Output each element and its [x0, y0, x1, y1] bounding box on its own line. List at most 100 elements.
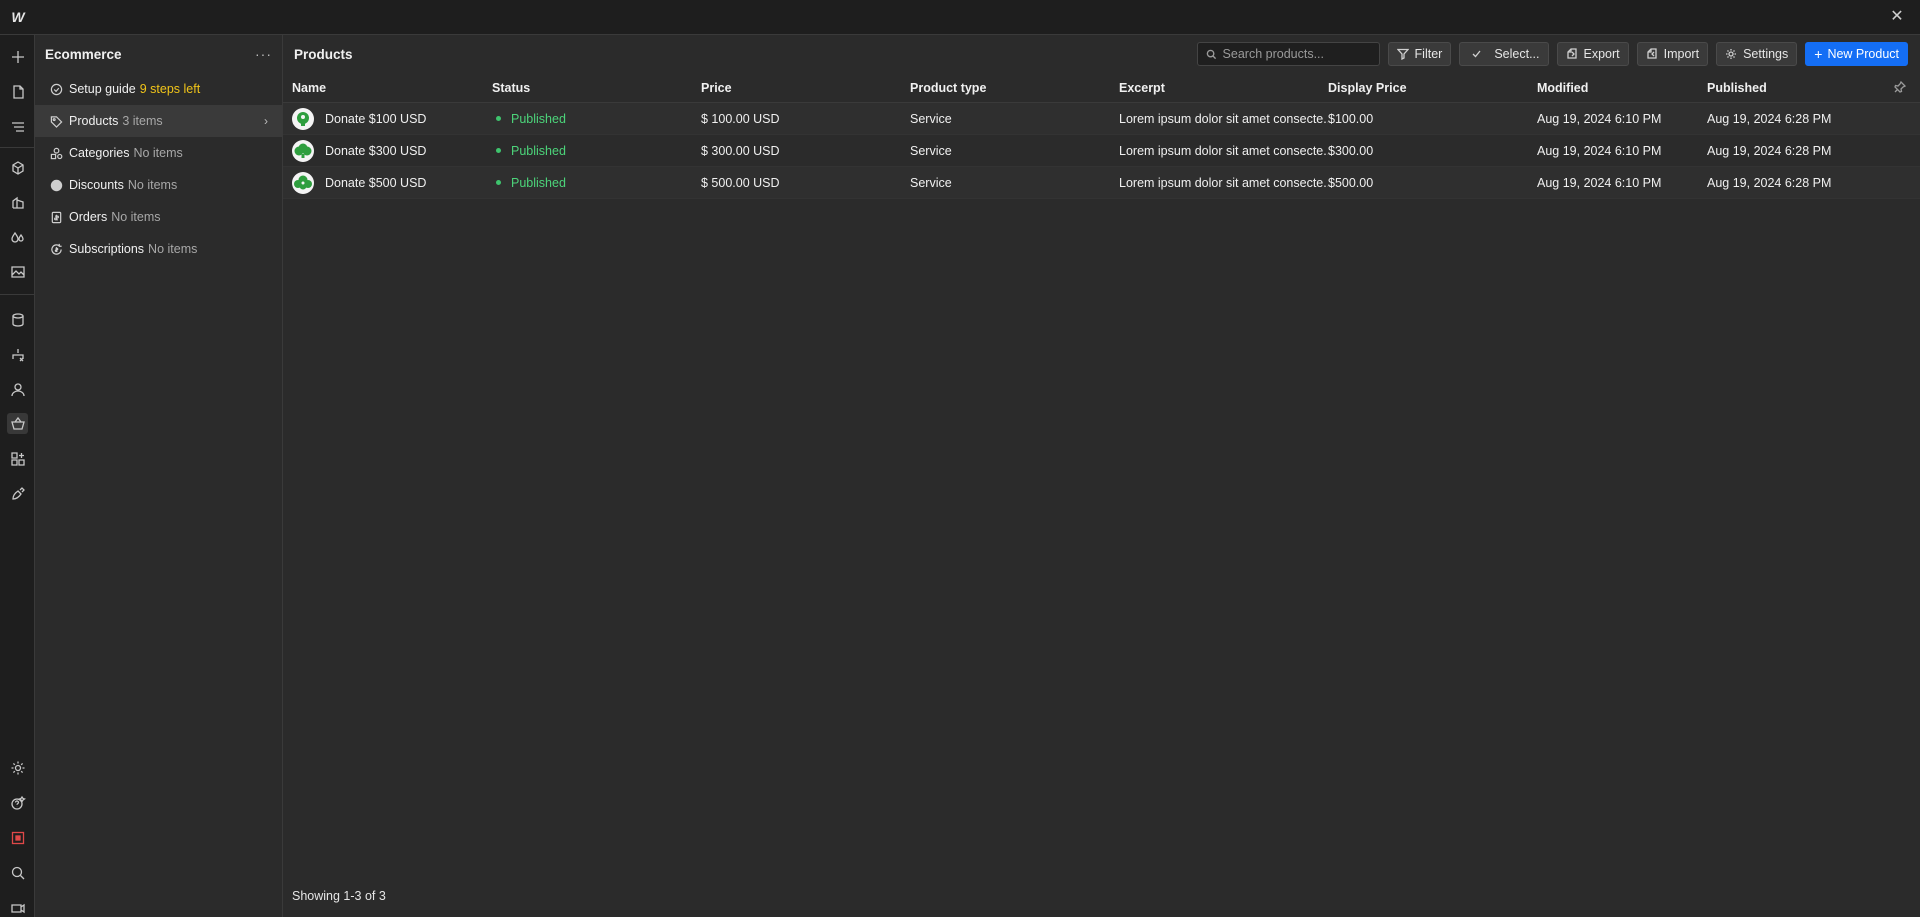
table-row[interactable]: Donate $100 USD Published $ 100.00 USD S…	[283, 103, 1920, 135]
settings-icon[interactable]	[7, 757, 28, 778]
price-cell: $ 100.00 USD	[701, 111, 780, 126]
sidebar-item-orders[interactable]: Orders No items	[35, 201, 282, 233]
plus-icon: +	[1814, 46, 1823, 62]
add-icon[interactable]	[7, 46, 28, 67]
search-input[interactable]	[1222, 47, 1373, 61]
users-icon[interactable]	[7, 379, 28, 400]
column-header-name[interactable]: Name	[283, 81, 492, 95]
sidebar-item-label: Orders	[69, 210, 108, 224]
styles-icon[interactable]	[7, 227, 28, 248]
orders-icon	[49, 210, 63, 224]
products-header: Products Filter Select... Export Import	[283, 35, 1920, 73]
sidebar-item-discounts[interactable]: Discounts No items	[35, 169, 282, 201]
sidebar-item-count: 9 steps left	[139, 82, 201, 96]
variables-icon[interactable]	[7, 192, 28, 213]
column-header-display-price[interactable]: Display Price	[1328, 81, 1537, 95]
product-type-cell: Service	[910, 111, 952, 126]
modified-cell: Aug 19, 2024 6:10 PM	[1537, 111, 1662, 126]
gear-icon	[1726, 49, 1737, 59]
product-name: Donate $100 USD	[325, 111, 427, 126]
sidebar-item-setup-guide[interactable]: Setup guide 9 steps left	[35, 73, 282, 105]
product-type-cell: Service	[910, 143, 952, 158]
search-icon[interactable]	[7, 862, 28, 883]
sidebar-item-label: Products	[69, 114, 119, 128]
record-icon[interactable]	[7, 827, 28, 848]
search-icon	[1206, 49, 1216, 59]
export-label: Export	[1583, 47, 1620, 61]
chevron-right-icon: ›	[264, 114, 268, 128]
published-cell: Aug 19, 2024 6:28 PM	[1707, 143, 1832, 158]
status-dot-icon	[496, 148, 501, 154]
webflow-logo-icon[interactable]: W	[8, 8, 28, 26]
assets-icon[interactable]	[7, 261, 28, 282]
tag-icon	[49, 114, 63, 128]
column-header-product-type[interactable]: Product type	[910, 81, 1119, 95]
brush-icon[interactable]	[7, 483, 28, 504]
top-bar: W ✕	[0, 0, 1920, 35]
column-header-excerpt[interactable]: Excerpt	[1119, 81, 1328, 95]
price-cell: $ 500.00 USD	[701, 175, 780, 190]
status-badge: Published	[511, 143, 566, 158]
export-button[interactable]: Export	[1556, 42, 1629, 66]
sidebar-item-label: Subscriptions	[69, 242, 145, 256]
status-badge: Published	[511, 175, 566, 190]
column-header-published[interactable]: Published	[1707, 81, 1857, 95]
table-row[interactable]: Donate $300 USD Published $ 300.00 USD S…	[283, 135, 1920, 167]
check-circle-icon	[49, 82, 63, 96]
more-options-button[interactable]: ···	[255, 46, 272, 62]
display-price-cell: $500.00	[1328, 175, 1374, 190]
column-header-price[interactable]: Price	[701, 81, 910, 95]
video-icon[interactable]	[7, 897, 28, 917]
help-icon[interactable]	[7, 792, 28, 813]
left-rail	[0, 35, 35, 917]
checkbox-icon	[1472, 50, 1481, 58]
display-price-cell: $100.00	[1328, 111, 1374, 126]
column-header-status[interactable]: Status	[492, 81, 701, 95]
close-button[interactable]: ✕	[1888, 8, 1906, 26]
sidebar-item-count: 3 items	[122, 114, 163, 128]
sidebar-title: Ecommerce	[45, 46, 122, 62]
products-table: Name Status Price Product type Excerpt D…	[283, 73, 1920, 199]
toolbar: Filter Select... Export Import Settings …	[1196, 42, 1908, 66]
apps-icon[interactable]	[7, 448, 28, 469]
settings-button[interactable]: Settings	[1716, 42, 1798, 66]
product-name: Donate $300 USD	[325, 143, 427, 158]
status-badge: Published	[511, 111, 566, 126]
products-panel: Products Filter Select... Export Import	[283, 35, 1920, 917]
ecommerce-sidebar: Ecommerce ··· Setup guide 9 steps left P…	[35, 35, 283, 917]
filter-button[interactable]: Filter	[1387, 42, 1452, 66]
select-label: Select...	[1494, 47, 1540, 61]
import-button[interactable]: Import	[1636, 42, 1709, 66]
components-icon[interactable]	[7, 157, 28, 178]
product-thumbnail	[292, 107, 314, 130]
sidebar-item-products[interactable]: Products 3 items ›	[35, 105, 282, 137]
new-product-button[interactable]: + New Product	[1805, 42, 1908, 66]
sidebar-item-categories[interactable]: Categories No items	[35, 137, 282, 169]
cms-icon[interactable]	[7, 309, 28, 330]
published-cell: Aug 19, 2024 6:28 PM	[1707, 175, 1832, 190]
navigator-icon[interactable]	[7, 116, 28, 137]
logic-icon[interactable]	[7, 344, 28, 365]
ecommerce-icon[interactable]	[7, 413, 28, 434]
excerpt-cell: Lorem ipsum dolor sit amet consecte...	[1119, 175, 1328, 190]
display-price-cell: $300.00	[1328, 143, 1374, 158]
categories-icon	[49, 146, 63, 160]
sidebar-item-count: No items	[127, 178, 178, 192]
settings-label: Settings	[1743, 47, 1789, 61]
select-button[interactable]: Select...	[1459, 42, 1549, 66]
pagination-status: Showing 1-3 of 3	[292, 889, 386, 903]
import-icon	[1646, 48, 1657, 59]
column-header-modified[interactable]: Modified	[1537, 81, 1707, 95]
sidebar-header: Ecommerce ···	[35, 35, 282, 73]
excerpt-cell: Lorem ipsum dolor sit amet consecte...	[1119, 111, 1328, 126]
price-cell: $ 300.00 USD	[701, 143, 780, 158]
discount-icon	[49, 178, 63, 192]
pages-icon[interactable]	[7, 81, 28, 102]
pin-icon[interactable]	[1894, 80, 1907, 96]
table-row[interactable]: Donate $500 USD Published $ 500.00 USD S…	[283, 167, 1920, 199]
sidebar-item-subscriptions[interactable]: Subscriptions No items	[35, 233, 282, 265]
product-thumbnail	[292, 171, 314, 194]
export-icon	[1566, 48, 1577, 59]
status-dot-icon	[496, 116, 501, 122]
status-dot-icon	[496, 180, 501, 186]
